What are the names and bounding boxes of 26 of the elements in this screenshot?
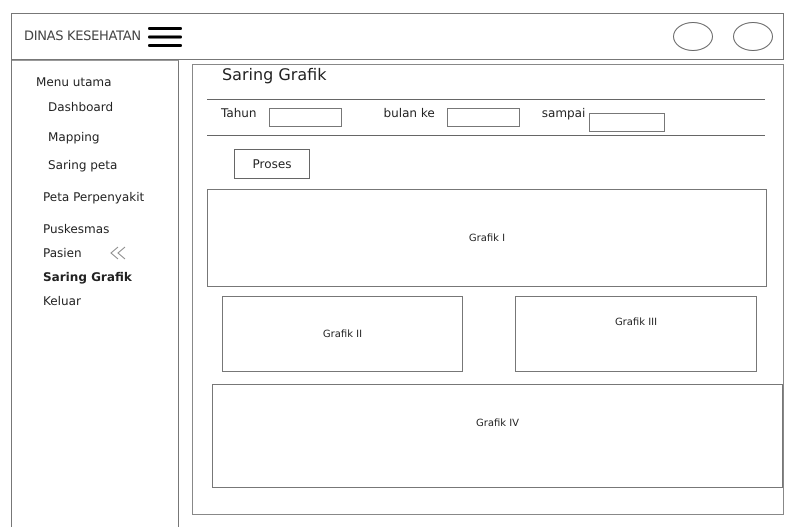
chart-label: Grafik II xyxy=(322,328,362,340)
menu-item[interactable]: Saring peta xyxy=(48,158,118,172)
filter-label: sampai xyxy=(542,106,586,120)
menu-item[interactable]: Puskesmas xyxy=(43,222,110,236)
menu-heading: Menu utama xyxy=(36,75,112,89)
page-title: Saring Grafik xyxy=(222,65,328,84)
menu-item[interactable]: Dashboard xyxy=(48,100,114,114)
menu-item[interactable]: Pasien xyxy=(43,246,82,260)
chart-label: Grafik IV xyxy=(476,418,520,429)
double-chevron-icon[interactable] xyxy=(110,246,126,260)
menu-item[interactable]: Keluar xyxy=(43,294,81,308)
input-field[interactable] xyxy=(446,108,520,127)
chart-label: Grafik III xyxy=(614,317,658,328)
circle-button[interactable] xyxy=(733,22,773,51)
input-field[interactable] xyxy=(268,108,342,127)
filter-label: bulan ke xyxy=(384,106,435,120)
circle-button[interactable] xyxy=(673,22,713,51)
input-field[interactable] xyxy=(589,113,666,132)
menu-item[interactable]: Mapping xyxy=(48,130,100,144)
process-button[interactable]: Proses xyxy=(234,149,310,179)
filter-label: Tahun xyxy=(221,106,257,120)
menu-item[interactable]: Peta Perpenyakit xyxy=(43,190,144,204)
app-title: DINAS KESEHATAN xyxy=(24,29,141,44)
menu-icon[interactable] xyxy=(148,26,182,48)
chart-label: Grafik I xyxy=(468,232,506,244)
menu-item[interactable]: Saring Grafik xyxy=(43,270,132,284)
